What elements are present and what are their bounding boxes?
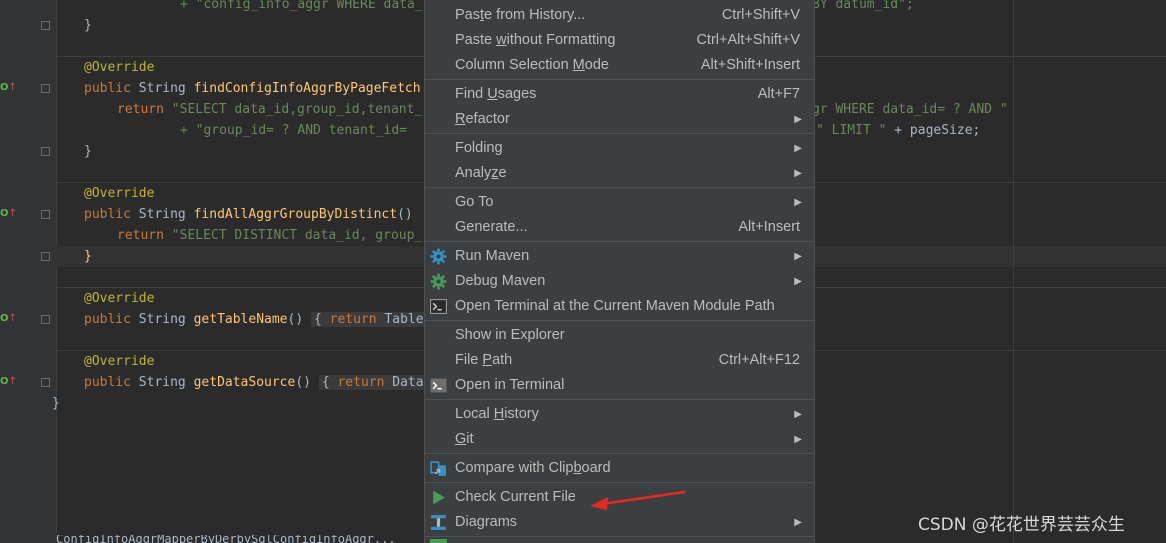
override-gutter-icon[interactable]: O↑: [0, 376, 17, 387]
menu-item-folding[interactable]: Folding ▶: [425, 136, 814, 161]
fold-marker[interactable]: [41, 210, 50, 219]
code-line: }: [84, 18, 92, 33]
menu-item-open-terminal-maven[interactable]: Open Terminal at the Current Maven Modul…: [425, 294, 814, 319]
menu-separator: [425, 133, 814, 134]
partial-line-bottom: ConfigInfoAggrMapperByDerbySqlConfigInfo…: [56, 535, 396, 543]
menu-item-local-history[interactable]: Local History ▶: [425, 402, 814, 427]
terminal-icon: [430, 299, 447, 314]
submenu-arrow-icon: ▶: [794, 409, 802, 420]
maven-debug-gear-icon: [430, 273, 447, 290]
editor-gutter: O↑ O↑ O↑ O↑: [0, 0, 57, 543]
code-line: public String findAllAggrGroupByDistinct…: [84, 207, 413, 222]
menu-item-compare-clipboard[interactable]: Compare with Clipboard: [425, 456, 814, 481]
code-line: public String getDataSource() { return D…: [84, 372, 427, 393]
watermark-text: CSDN @花花世界芸芸众生: [918, 515, 1125, 535]
fold-marker[interactable]: [41, 21, 50, 30]
menu-separator: [425, 241, 814, 242]
menu-item-run-maven[interactable]: Run Maven ▶: [425, 244, 814, 269]
code-line: }: [84, 249, 92, 264]
submenu-arrow-icon: ▶: [794, 197, 802, 208]
code-line: " LIMIT " + pageSize;: [816, 123, 981, 138]
menu-item-git[interactable]: Git ▶: [425, 427, 814, 452]
menu-item-go-to[interactable]: Go To ▶: [425, 190, 814, 215]
code-line: }: [84, 144, 92, 159]
menu-separator: [425, 320, 814, 321]
code-line: public String getTableName() { return Ta…: [84, 309, 427, 330]
submenu-arrow-icon: ▶: [794, 251, 802, 262]
menu-separator: [425, 482, 814, 483]
code-line: return "SELECT data_id,group_id,tenant_: [117, 102, 423, 117]
fold-marker[interactable]: [41, 84, 50, 93]
menu-item-debug-maven[interactable]: Debug Maven ▶: [425, 269, 814, 294]
code-line: @Override: [84, 291, 155, 306]
fold-marker[interactable]: [41, 315, 50, 324]
menu-separator: [425, 187, 814, 188]
context-menu: Paste from History... Ctrl+Shift+V Paste…: [424, 0, 815, 543]
terminal-icon: [430, 378, 447, 393]
submenu-arrow-icon: ▶: [794, 517, 802, 528]
code-line: @Override: [84, 60, 155, 75]
menu-separator: [425, 399, 814, 400]
maven-gear-icon: [430, 248, 447, 265]
compare-icon: [430, 461, 446, 476]
menu-item-refactor[interactable]: Refactor ▶: [425, 107, 814, 132]
code-line: + "config_info_aggr WHERE data_: [180, 0, 423, 12]
play-icon: [433, 490, 445, 505]
submenu-arrow-icon: ▶: [794, 434, 802, 445]
menu-item-analyze[interactable]: Analyze ▶: [425, 161, 814, 186]
code-line: + "group_id= ? AND tenant_id=: [180, 123, 407, 138]
override-gutter-icon[interactable]: O↑: [0, 313, 17, 324]
menu-item-generate[interactable]: Generate... Alt+Insert: [425, 215, 814, 240]
code-line: }: [52, 396, 60, 411]
code-line: @Override: [84, 186, 155, 201]
menu-separator: [425, 79, 814, 80]
override-gutter-icon[interactable]: O↑: [0, 208, 17, 219]
submenu-arrow-icon: ▶: [794, 143, 802, 154]
menu-item-partial-icon: [430, 539, 447, 543]
fold-marker[interactable]: [41, 252, 50, 261]
menu-item-show-in-explorer[interactable]: Show in Explorer: [425, 323, 814, 348]
menu-item-column-selection-mode[interactable]: Column Selection Mode Alt+Shift+Insert: [425, 53, 814, 78]
menu-item-paste-from-history[interactable]: Paste from History... Ctrl+Shift+V: [425, 3, 814, 28]
code-line: @Override: [84, 354, 155, 369]
submenu-arrow-icon: ▶: [794, 114, 802, 125]
code-line: public String findConfigInfoAggrByPageFe…: [84, 81, 421, 96]
menu-item-open-in-terminal[interactable]: Open in Terminal: [425, 373, 814, 398]
menu-separator: [425, 453, 814, 454]
fold-marker[interactable]: [41, 378, 50, 387]
menu-item-find-usages[interactable]: Find Usages Alt+F7: [425, 82, 814, 107]
submenu-arrow-icon: ▶: [794, 276, 802, 287]
code-line: return "SELECT DISTINCT data_id, group_: [117, 228, 423, 243]
menu-item-diagrams[interactable]: Diagrams ▶: [425, 510, 814, 535]
code-line: BY datum_id";: [812, 0, 914, 12]
menu-item-paste-without-formatting[interactable]: Paste without Formatting Ctrl+Alt+Shift+…: [425, 28, 814, 53]
submenu-arrow-icon: ▶: [794, 168, 802, 179]
diagram-icon: [431, 515, 446, 530]
code-line: gr WHERE data_id= ? AND ": [812, 102, 1008, 117]
annotation-arrow-icon: [590, 490, 686, 510]
menu-separator: [425, 536, 814, 537]
fold-marker[interactable]: [41, 147, 50, 156]
menu-item-file-path[interactable]: File Path Ctrl+Alt+F12: [425, 348, 814, 373]
override-gutter-icon[interactable]: O↑: [0, 82, 17, 93]
